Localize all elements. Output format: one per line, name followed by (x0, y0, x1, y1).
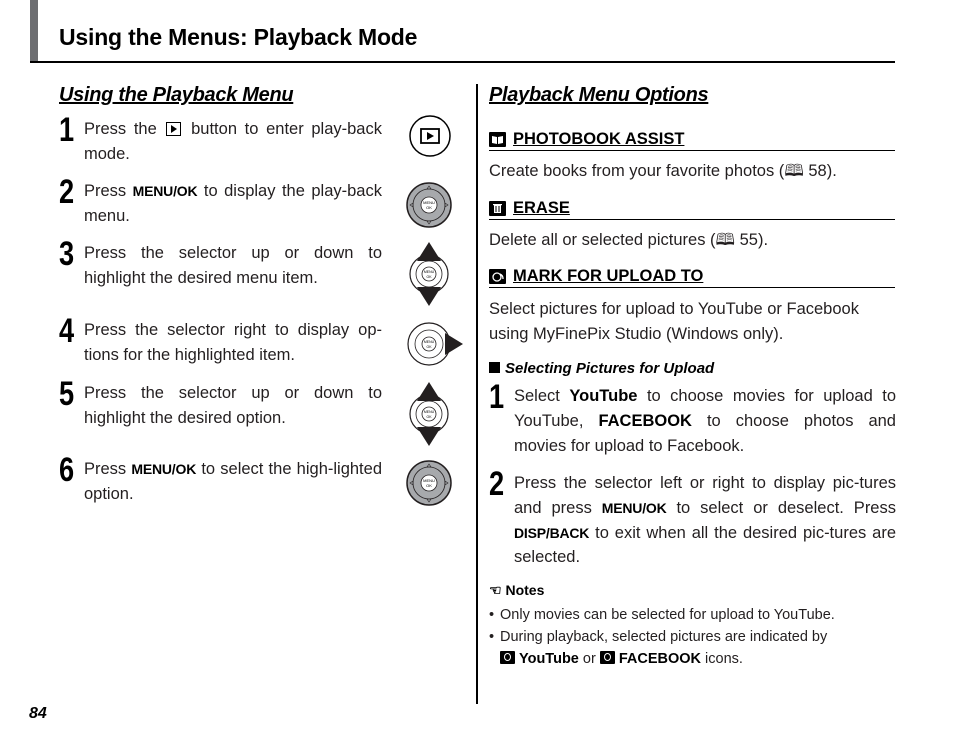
svg-text:OK: OK (426, 345, 432, 349)
step-text: Press MENU/OK to display the play-back m… (84, 182, 382, 225)
option-label: ERASE (513, 199, 570, 217)
option-label: PHOTOBOOK ASSIST (513, 130, 685, 148)
step-number: 2 (59, 173, 75, 211)
svg-text:OK: OK (426, 275, 432, 279)
selector-menu-ok-pressed-icon: MENU OK (406, 460, 452, 506)
page-reference-icon: 🕮 (715, 231, 735, 249)
bullet: • (489, 629, 495, 645)
playback-button-icon (409, 115, 451, 157)
svg-text:MENU: MENU (424, 270, 435, 274)
step-number: 1 (59, 111, 75, 149)
svg-text:MENU: MENU (424, 340, 435, 344)
step-text: Press the selector up or down to highlig… (84, 384, 382, 427)
inline-playback-icon (166, 122, 182, 136)
step-text: Press MENU/OK to select the high-lighted… (84, 460, 382, 503)
step-number: 3 (59, 235, 75, 273)
step-number: 1 (489, 378, 505, 416)
right-section-title: Playback Menu Options (489, 84, 709, 106)
step-number: 6 (59, 451, 75, 489)
step-text: Press the selector right to display op-t… (84, 321, 382, 364)
svg-text:OK: OK (426, 205, 432, 210)
svg-text:MENU: MENU (424, 410, 435, 414)
option-mark-for-upload: MARK FOR UPLOAD TO (489, 267, 895, 288)
step-text: Select YouTube to choose movies for uplo… (514, 387, 897, 455)
option-photobook-assist: PHOTOBOOK ASSIST (489, 130, 895, 151)
step-number: 2 (489, 465, 505, 503)
step-number: 4 (59, 312, 75, 350)
selector-right-icon: MENU OK (407, 322, 463, 366)
header-accent-bar (30, 0, 38, 62)
step-number: 5 (59, 375, 75, 413)
column-divider (476, 84, 478, 704)
upload-globe-icon (599, 651, 615, 664)
page-number: 84 (29, 705, 47, 722)
pointing-hand-icon: ☜ (489, 582, 502, 598)
page-title: Using the Menus: Playback Mode (59, 24, 418, 50)
page-reference-icon: 🕮 (784, 162, 804, 180)
step-text: Press the selector left or right to disp… (514, 474, 896, 567)
step-text: Press the selector up or down to highlig… (84, 244, 382, 287)
selector-up-down-icon: MENU OK (409, 382, 449, 446)
notes-heading: ☜ Notes (489, 582, 545, 598)
option-erase: ERASE (489, 199, 895, 220)
svg-text:OK: OK (426, 483, 432, 488)
upload-globe-icon (500, 651, 515, 664)
photobook-icon (489, 132, 506, 147)
option-label: MARK FOR UPLOAD TO (513, 267, 704, 285)
bullet: • (489, 607, 495, 623)
selector-up-down-icon: MENU OK (409, 242, 449, 306)
selector-menu-ok-pressed-icon: MENU OK (406, 182, 452, 228)
step-text: Press the button to enter play-back mode… (84, 120, 382, 163)
left-section-title: Using the Playback Menu (59, 84, 294, 106)
option-description: Create books from your favorite photos (… (489, 162, 837, 180)
subsection-title: Selecting Pictures for Upload (489, 360, 714, 377)
square-bullet-icon (489, 362, 500, 373)
erase-trash-icon (489, 201, 506, 216)
header-rule (30, 61, 895, 63)
upload-globe-icon (489, 269, 506, 284)
svg-text:OK: OK (426, 415, 432, 419)
option-description: Select pictures for upload to YouTube or… (489, 300, 859, 343)
option-description: Delete all or selected pictures (🕮 55). (489, 231, 769, 249)
